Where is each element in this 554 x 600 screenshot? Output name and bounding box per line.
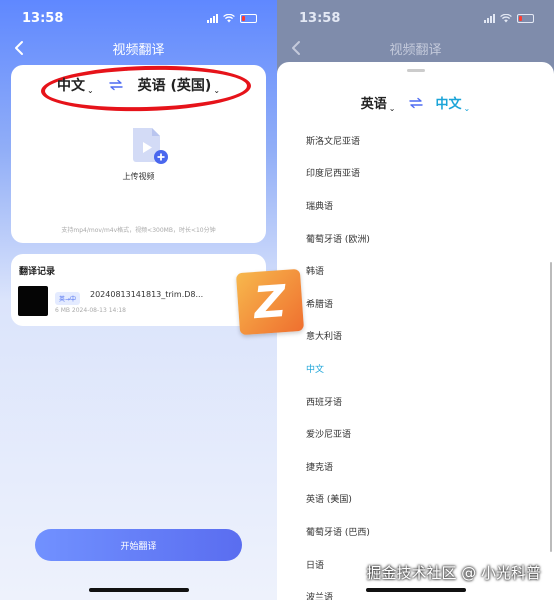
language-option[interactable]: 波兰语 bbox=[306, 580, 370, 600]
chevron-down-icon: ⌄ bbox=[86, 86, 94, 95]
z-logo-watermark: Z bbox=[235, 268, 305, 336]
signal-icon bbox=[484, 13, 495, 23]
source-language-label: 中文 bbox=[56, 78, 85, 94]
page-title: 视频翻译 bbox=[389, 42, 442, 58]
language-option[interactable]: 葡萄牙语 (欧洲) bbox=[306, 222, 370, 255]
battery-icon bbox=[517, 13, 534, 23]
back-chevron-icon bbox=[292, 41, 300, 55]
language-option[interactable]: 意大利语 bbox=[306, 320, 370, 353]
swap-arrows-icon[interactable] bbox=[408, 97, 424, 109]
language-option[interactable]: 日语 bbox=[306, 548, 370, 581]
video-thumbnail[interactable] bbox=[18, 286, 48, 316]
start-translate-button[interactable]: 开始翻译 bbox=[35, 529, 242, 561]
status-time: 13:58 bbox=[299, 10, 341, 26]
status-icons bbox=[207, 13, 257, 23]
nav-bar: 视频翻译 bbox=[0, 36, 277, 60]
language-option[interactable]: 英语 (美国) bbox=[306, 483, 370, 516]
wifi-icon bbox=[500, 13, 512, 22]
translation-direction-badge: 英→中 bbox=[55, 292, 81, 305]
nav-bar: 视频翻译 bbox=[277, 36, 554, 60]
language-selector: 中文 ⌄ 英语 (英国) ⌄ bbox=[11, 75, 266, 95]
history-card: 翻译记录 英→中 20240813141813_trim.D8... 6 MB … bbox=[11, 254, 266, 326]
sheet-target-label: 中文 bbox=[435, 97, 462, 112]
battery-icon bbox=[240, 13, 257, 23]
sheet-source-label: 英语 bbox=[360, 97, 387, 112]
status-bar: 13:58 bbox=[0, 0, 277, 36]
source-language-select[interactable]: 中文 ⌄ bbox=[57, 75, 94, 95]
language-option[interactable]: 斯洛文尼亚语 bbox=[306, 124, 370, 157]
swap-arrows-icon[interactable] bbox=[108, 79, 124, 91]
sheet-target-language[interactable]: 中文 ⌄ bbox=[436, 93, 471, 113]
target-language-select[interactable]: 英语 (英国) ⌄ bbox=[138, 75, 220, 95]
language-option[interactable]: 爱沙尼亚语 bbox=[306, 417, 370, 450]
status-bar: 13:58 bbox=[277, 0, 554, 36]
language-list: 斯洛文尼亚语 印度尼西亚语 瑞典语 葡萄牙语 (欧洲) 韩语 希腊语 意大利语 中文 西班牙语爱… bbox=[306, 124, 370, 600]
language-picker-screen: 13:58 视频翻译 英语 ⌄ 中文 ⌄ 斯洛文尼亚语 印度尼西亚语 瑞典语 葡萄牙语 (… bbox=[277, 0, 554, 600]
scrollbar[interactable] bbox=[550, 262, 552, 552]
video-upload-icon[interactable] bbox=[130, 126, 170, 166]
format-note: 支持mp4/mov/m4v格式，视频<300MB，时长<10分钟 bbox=[61, 227, 216, 234]
signal-icon bbox=[207, 13, 218, 23]
language-option[interactable]: 韩语 bbox=[306, 254, 370, 287]
home-indicator bbox=[88, 588, 189, 592]
target-language-label: 英语 (英国) bbox=[137, 78, 212, 94]
status-time: 13:58 bbox=[22, 10, 64, 26]
language-option[interactable]: 西班牙语 bbox=[306, 385, 370, 418]
chevron-down-icon: ⌄ bbox=[213, 86, 221, 95]
history-title: 翻译记录 bbox=[19, 267, 56, 277]
language-option[interactable]: 瑞典语 bbox=[306, 189, 370, 222]
status-icons bbox=[484, 13, 534, 23]
back-chevron-icon[interactable] bbox=[10, 38, 30, 58]
source-watermark: 掘金技术社区 @ 小光科普 bbox=[366, 564, 541, 582]
chevron-down-icon: ⌄ bbox=[463, 104, 471, 113]
sheet-grabber[interactable] bbox=[406, 69, 425, 72]
language-option[interactable]: 印度尼西亚语 bbox=[306, 157, 370, 190]
language-option[interactable]: 中文 bbox=[306, 352, 370, 385]
language-option[interactable]: 葡萄牙语 (巴西) bbox=[306, 515, 370, 548]
upload-card: 中文 ⌄ 英语 (英国) ⌄ 上传视频 支持mp4/mov/m4v格式，视频<300… bbox=[11, 63, 266, 243]
wifi-icon bbox=[223, 13, 235, 22]
history-file-name[interactable]: 20240813141813_trim.D8... bbox=[90, 290, 203, 299]
page-title: 视频翻译 bbox=[112, 42, 165, 58]
home-indicator bbox=[365, 588, 466, 592]
dimmed-header: 13:58 视频翻译 bbox=[277, 0, 554, 60]
chevron-down-icon: ⌄ bbox=[388, 104, 396, 113]
sheet-language-selector: 英语 ⌄ 中文 ⌄ bbox=[277, 93, 554, 113]
language-option[interactable]: 捷克语 bbox=[306, 450, 370, 483]
history-file-meta: 6 MB 2024-08-13 14:18 bbox=[55, 307, 126, 314]
upload-label: 上传视频 bbox=[122, 172, 155, 181]
language-option[interactable]: 希腊语 bbox=[306, 287, 370, 320]
video-translate-screen: 13:58 视频翻译 中文 ⌄ 英语 (英国) ⌄ 上传视频 支持mp4/mov/m… bbox=[0, 0, 277, 600]
sheet-source-language[interactable]: 英语 ⌄ bbox=[361, 93, 396, 113]
language-bottom-sheet: 英语 ⌄ 中文 ⌄ 斯洛文尼亚语 印度尼西亚语 瑞典语 葡萄牙语 (欧洲) 韩语 希腊语 意大利… bbox=[277, 62, 554, 600]
